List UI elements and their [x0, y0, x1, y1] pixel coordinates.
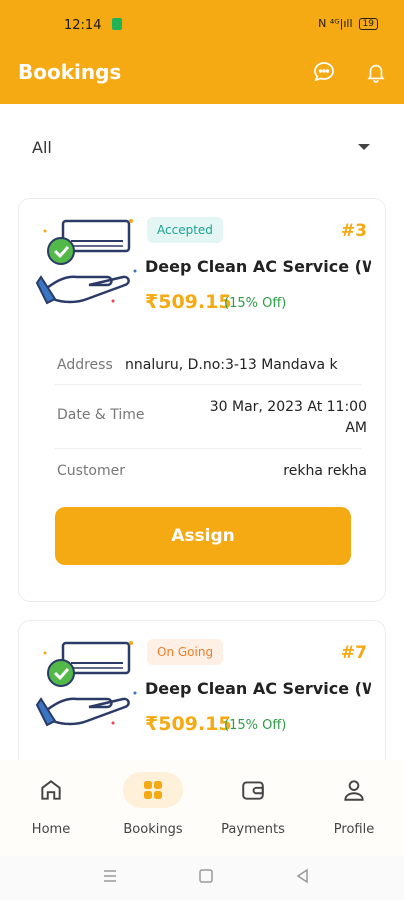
system-navigation-bar: [0, 856, 404, 900]
customer-value: rekha rekha: [283, 463, 367, 479]
back-icon[interactable]: [295, 868, 311, 884]
assign-button[interactable]: Assign: [55, 507, 351, 565]
chat-bubble-icon: [314, 62, 334, 82]
filter-selected-value: All: [32, 138, 52, 157]
notifications-button[interactable]: [362, 58, 390, 86]
discount-label: (15% Off): [224, 296, 287, 311]
bookings-icon: [144, 781, 162, 799]
order-number: #3: [340, 221, 367, 241]
service-name: Deep Clean AC Service (W: [145, 257, 371, 276]
status-bar: 12:14 N ⁴ᴳ|ıll 19: [0, 0, 404, 40]
nav-item-home[interactable]: Home: [6, 772, 96, 837]
nav-label-home: Home: [31, 822, 71, 837]
detail-row-address: Address nnaluru, D.no:3-13 Mandava k: [55, 349, 361, 385]
ac-service-icon: [35, 219, 137, 305]
address-label: Address: [57, 357, 113, 373]
service-price: ₹509.15: [145, 713, 232, 735]
detail-row-datetime: Date & Time 30 Mar, 2023 At 11:00 AM: [55, 385, 367, 449]
order-number: #7: [340, 643, 367, 663]
nav-item-bookings[interactable]: Bookings: [108, 772, 198, 837]
chat-button[interactable]: [310, 58, 338, 86]
app-bar: Bookings: [0, 40, 404, 104]
menu-icon[interactable]: [102, 868, 118, 884]
profile-icon: [344, 780, 364, 801]
nav-label-profile: Profile: [333, 822, 375, 837]
service-price: ₹509.15: [145, 291, 232, 313]
detail-row-customer: Customer rekha rekha: [55, 449, 367, 491]
app-indicator-icon: [112, 18, 122, 30]
booking-details: Address nnaluru, D.no:3-13 Mandava k Dat…: [55, 349, 367, 491]
page-title: Bookings: [18, 60, 122, 84]
wallet-icon: [242, 781, 264, 800]
caret-down-icon: [358, 144, 370, 150]
signal-text: N ⁴ᴳ|ıll: [318, 17, 353, 30]
service-name: Deep Clean AC Service (W: [145, 679, 371, 698]
nav-label-payments: Payments: [221, 822, 285, 837]
datetime-value: 30 Mar, 2023 At 11:00 AM: [209, 399, 367, 436]
status-filter-dropdown[interactable]: All: [18, 124, 386, 170]
ac-service-icon: [35, 641, 137, 727]
status-time: 12:14: [64, 18, 102, 33]
home-square-icon[interactable]: [198, 868, 214, 884]
bottom-navigation: Home Bookings Payments Profile: [0, 760, 404, 856]
nav-label-bookings: Bookings: [123, 822, 183, 837]
home-icon: [41, 780, 61, 800]
status-indicators: N ⁴ᴳ|ıll 19: [318, 17, 378, 30]
booking-card[interactable]: Accepted #3 Deep Clean AC Service (W ₹50…: [18, 198, 386, 602]
nav-item-payments[interactable]: Payments: [208, 772, 298, 837]
status-badge: On Going: [147, 639, 224, 665]
customer-label: Customer: [57, 463, 126, 479]
discount-label: (15% Off): [224, 718, 287, 733]
datetime-label: Date & Time: [57, 407, 145, 423]
address-value: nnaluru, D.no:3-13 Mandava k: [125, 357, 338, 373]
nav-item-profile[interactable]: Profile: [309, 772, 399, 837]
bell-icon: [367, 64, 385, 83]
status-badge: Accepted: [147, 217, 223, 243]
battery-icon: 19: [358, 17, 378, 30]
